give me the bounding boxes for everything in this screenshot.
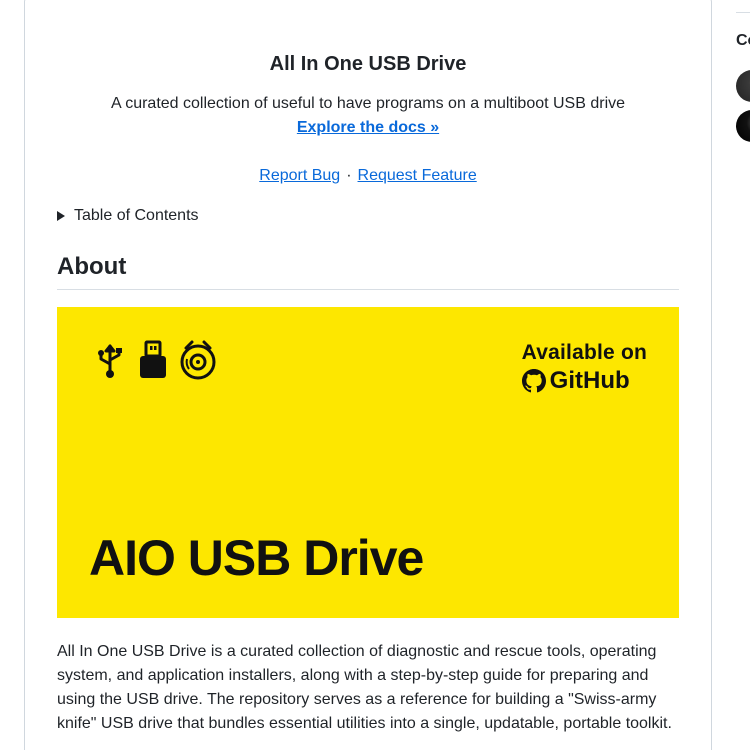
banner-image: Available on GitHub AIO USB Drive	[57, 307, 679, 618]
contributor-avatar[interactable]	[736, 110, 750, 142]
usb-drive-icon	[140, 340, 166, 378]
disc-icon	[180, 340, 216, 380]
usb-icon	[98, 344, 122, 378]
sidebar-divider	[736, 12, 750, 13]
docs-link-wrap: Explore the docs »	[57, 119, 679, 137]
banner-title: AIO USB Drive	[89, 530, 424, 586]
available-on-github-badge: Available on GitHub	[521, 341, 647, 395]
readme-tagline: A curated collection of useful to have p…	[110, 95, 626, 112]
github-text: GitHub	[549, 367, 630, 394]
available-on-text: Available on	[521, 341, 647, 364]
report-bug-link[interactable]: Report Bug	[259, 167, 340, 184]
about-heading: About	[57, 253, 127, 280]
github-icon	[521, 369, 546, 393]
about-description: All In One USB Drive is a curated collec…	[57, 643, 672, 732]
request-feature-link[interactable]: Request Feature	[358, 167, 477, 184]
explore-docs-link[interactable]: Explore the docs »	[297, 119, 439, 136]
banner-icons	[93, 339, 217, 381]
github-wordmark: GitHub	[521, 367, 647, 395]
contributor-avatar[interactable]	[736, 70, 750, 102]
table-of-contents-toggle[interactable]: Table of Contents	[57, 207, 199, 225]
heading-divider	[57, 289, 679, 290]
action-links: Report Bug · Request Feature	[57, 167, 679, 185]
contributors-heading: Co	[736, 32, 750, 49]
disclosure-triangle-icon	[57, 211, 65, 221]
link-separator: ·	[346, 167, 352, 184]
readme-container: All In One USB Drive A curated collectio…	[24, 0, 712, 750]
toc-label: Table of Contents	[74, 207, 199, 224]
readme-title: All In One USB Drive	[269, 53, 467, 75]
